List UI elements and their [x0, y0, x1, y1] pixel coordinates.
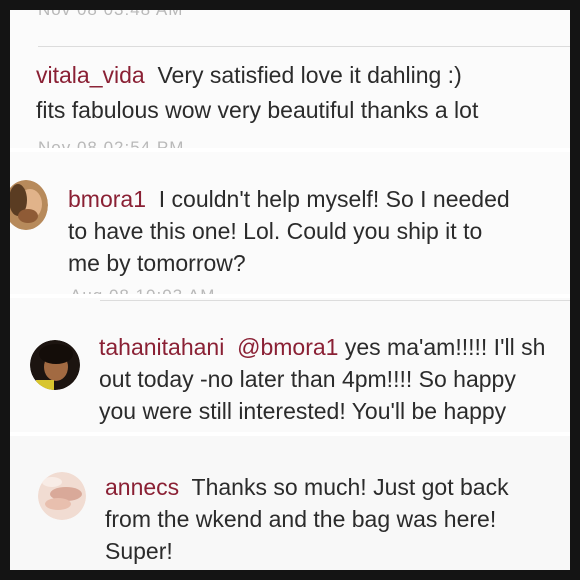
timestamp-cropped: Nov 08 02:54 PM [38, 138, 185, 148]
comment-username[interactable]: vitala_vida [36, 62, 145, 88]
comment-line-1: vitala_vida Very satisfied love it dahli… [36, 62, 462, 89]
comment-username[interactable]: annecs [105, 474, 179, 500]
comment-panel-bmora1: bmora1 I couldn't help myself! So I need… [10, 152, 570, 294]
comment-screenshot-collage: Nov 08 03:48 AM vitala_vida Very satisfi… [10, 10, 570, 570]
comment-line-1: annecs Thanks so much! Just got back [105, 474, 509, 501]
comment-text: out today -no later than 4pm!!!! So happ… [99, 366, 516, 392]
timestamp-cropped: Nov 08 03:48 AM [38, 10, 183, 20]
comment-panel-vitala-vida: Nov 08 03:48 AM vitala_vida Very satisfi… [10, 10, 570, 148]
avatar-icon[interactable] [38, 472, 86, 520]
comment-text: Very satisfied love it dahling :) [157, 62, 462, 88]
comment-line-1: tahanitahani @bmora1 yes ma'am!!!!! I'll… [99, 334, 545, 361]
avatar-icon[interactable] [30, 340, 80, 390]
comment-line-3: Super! [105, 538, 173, 565]
comment-line-2: from the wkend and the bag was here! [105, 506, 496, 533]
comment-text: I couldn't help myself! So I needed [158, 186, 510, 212]
avatar-icon[interactable] [10, 180, 48, 230]
comment-text: to have this one! Lol. Could you ship it… [68, 218, 483, 244]
comment-text: you were still interested! You'll be hap… [99, 398, 507, 424]
comment-text: fits fabulous wow very beautiful thanks … [36, 97, 479, 123]
comment-panel-tahanitahani: tahanitahani @bmora1 yes ma'am!!!!! I'll… [10, 298, 570, 432]
comment-text: me by tomorrow? [68, 250, 246, 276]
comment-line-1: bmora1 I couldn't help myself! So I need… [68, 186, 510, 213]
comment-line-2: fits fabulous wow very beautiful thanks … [36, 97, 478, 124]
comment-mention[interactable]: @bmora1 [237, 334, 338, 360]
divider [38, 46, 570, 47]
comment-username[interactable]: bmora1 [68, 186, 146, 212]
divider [100, 300, 570, 301]
comment-text: yes ma'am!!!!! I'll sh [344, 334, 546, 360]
comment-line-3: me by tomorrow? [68, 250, 246, 277]
comment-line-3: you were still interested! You'll be hap… [99, 398, 506, 425]
comment-text: from the wkend and the bag was here! [105, 506, 497, 532]
comment-line-2: out today -no later than 4pm!!!! So happ… [99, 366, 516, 393]
comment-text: Thanks so much! Just got back [191, 474, 509, 500]
comment-text: Super! [105, 538, 173, 564]
comment-line-2: to have this one! Lol. Could you ship it… [68, 218, 482, 245]
comment-panel-annecs: annecs Thanks so much! Just got back fro… [10, 436, 570, 570]
timestamp-cropped: Aug 08 10:03 AM [70, 286, 215, 294]
comment-username[interactable]: tahanitahani [99, 334, 224, 360]
